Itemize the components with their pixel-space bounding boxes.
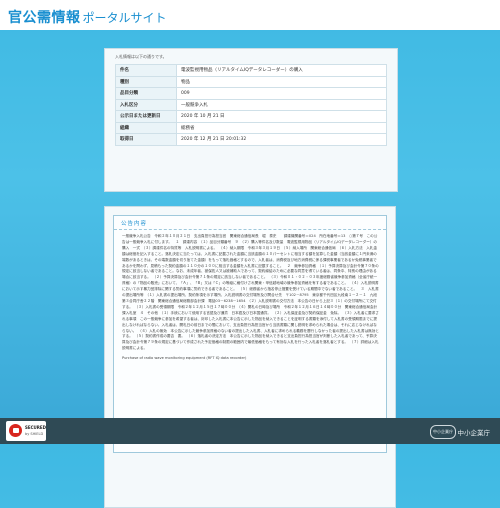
table-row: 件名 電波監視用物品（リアルタイムIQデータレコーダー）の購入 bbox=[115, 64, 387, 77]
intro-text: 入札情報は以下の通りです。 bbox=[115, 54, 167, 59]
notice-title: 公告内容 bbox=[121, 221, 148, 227]
lock-icon bbox=[12, 428, 19, 433]
row-value: 電波監視用物品（リアルタイムIQデータレコーダー）の購入 bbox=[176, 64, 387, 77]
site-title-main: 官公需情報 bbox=[8, 10, 81, 26]
badge-subtitle: by SHIELD bbox=[25, 432, 44, 436]
security-seal-badge[interactable]: SECURED by SHIELD bbox=[6, 421, 46, 441]
top-header-bar: 官公需情報 ポータルサイト bbox=[0, 0, 500, 30]
table-row: 公示日または更新日 2020 年 10 月 21 日 bbox=[115, 110, 387, 123]
table-row: 品目分類 009 bbox=[115, 87, 387, 100]
site-title-sub: ポータルサイト bbox=[82, 11, 167, 25]
notice-body: 一般競争入札公告 令和２年１０月２１日 支出負担行為担当官 関東総合通信局長 堀… bbox=[122, 234, 380, 362]
row-label: 公示日または更新日 bbox=[115, 110, 177, 123]
row-label: 品目分類 bbox=[115, 87, 177, 100]
footer: SECURED by SHIELD 中小企業庁 中小企業庁 bbox=[0, 418, 500, 444]
notice-body-jp: 一般競争入札公告 令和２年１０月２１日 支出負担行為担当官 関東総合通信局長 堀… bbox=[122, 234, 379, 351]
notice-panel: 公告内容 一般競争入札公告 令和２年１０月２１日 支出負担行為担当官 関東総合通… bbox=[104, 206, 396, 508]
row-label: 取得日 bbox=[115, 133, 177, 146]
notice-header: 公告内容 bbox=[114, 216, 386, 230]
table-row: 種別 物品 bbox=[115, 75, 387, 88]
org-logo-icon: 中小企業庁 bbox=[430, 425, 456, 439]
table-row: 入札区分 一般競争入札 bbox=[115, 98, 387, 111]
row-value: 物品 bbox=[176, 75, 387, 88]
site-title[interactable]: 官公需情報 ポータルサイト bbox=[8, 7, 167, 27]
org-name: 中小企業庁 bbox=[457, 429, 491, 437]
detail-panel: 入札情報は以下の通りです。 件名 電波監視用物品（リアルタイムIQデータレコーダー… bbox=[104, 48, 398, 192]
row-value: 009 bbox=[176, 87, 387, 100]
row-label: 種別 bbox=[115, 75, 177, 88]
table-row: 組織 総務省 bbox=[115, 121, 387, 134]
notice-body-en: Purchase of radio wave monitoring equipm… bbox=[122, 356, 247, 361]
content-area: 入札情報は以下の通りです。 件名 電波監視用物品（リアルタイムIQデータレコーダー… bbox=[0, 30, 500, 508]
row-value: 一般競争入札 bbox=[176, 98, 387, 111]
row-value: 2020 年 12 月 21 日 20:01:32 bbox=[176, 133, 387, 146]
bid-info-table: 件名 電波監視用物品（リアルタイムIQデータレコーダー）の購入 種別 物品 品目分類… bbox=[115, 64, 387, 146]
badge-title: SECURED bbox=[25, 425, 46, 430]
row-value: 2020 年 10 月 21 日 bbox=[176, 110, 387, 123]
row-label: 入札区分 bbox=[115, 98, 177, 111]
table-row: 取得日 2020 年 12 月 21 日 20:01:32 bbox=[115, 133, 387, 146]
row-label: 組織 bbox=[115, 121, 177, 134]
row-value: 総務省 bbox=[176, 121, 387, 134]
row-label: 件名 bbox=[115, 64, 177, 77]
